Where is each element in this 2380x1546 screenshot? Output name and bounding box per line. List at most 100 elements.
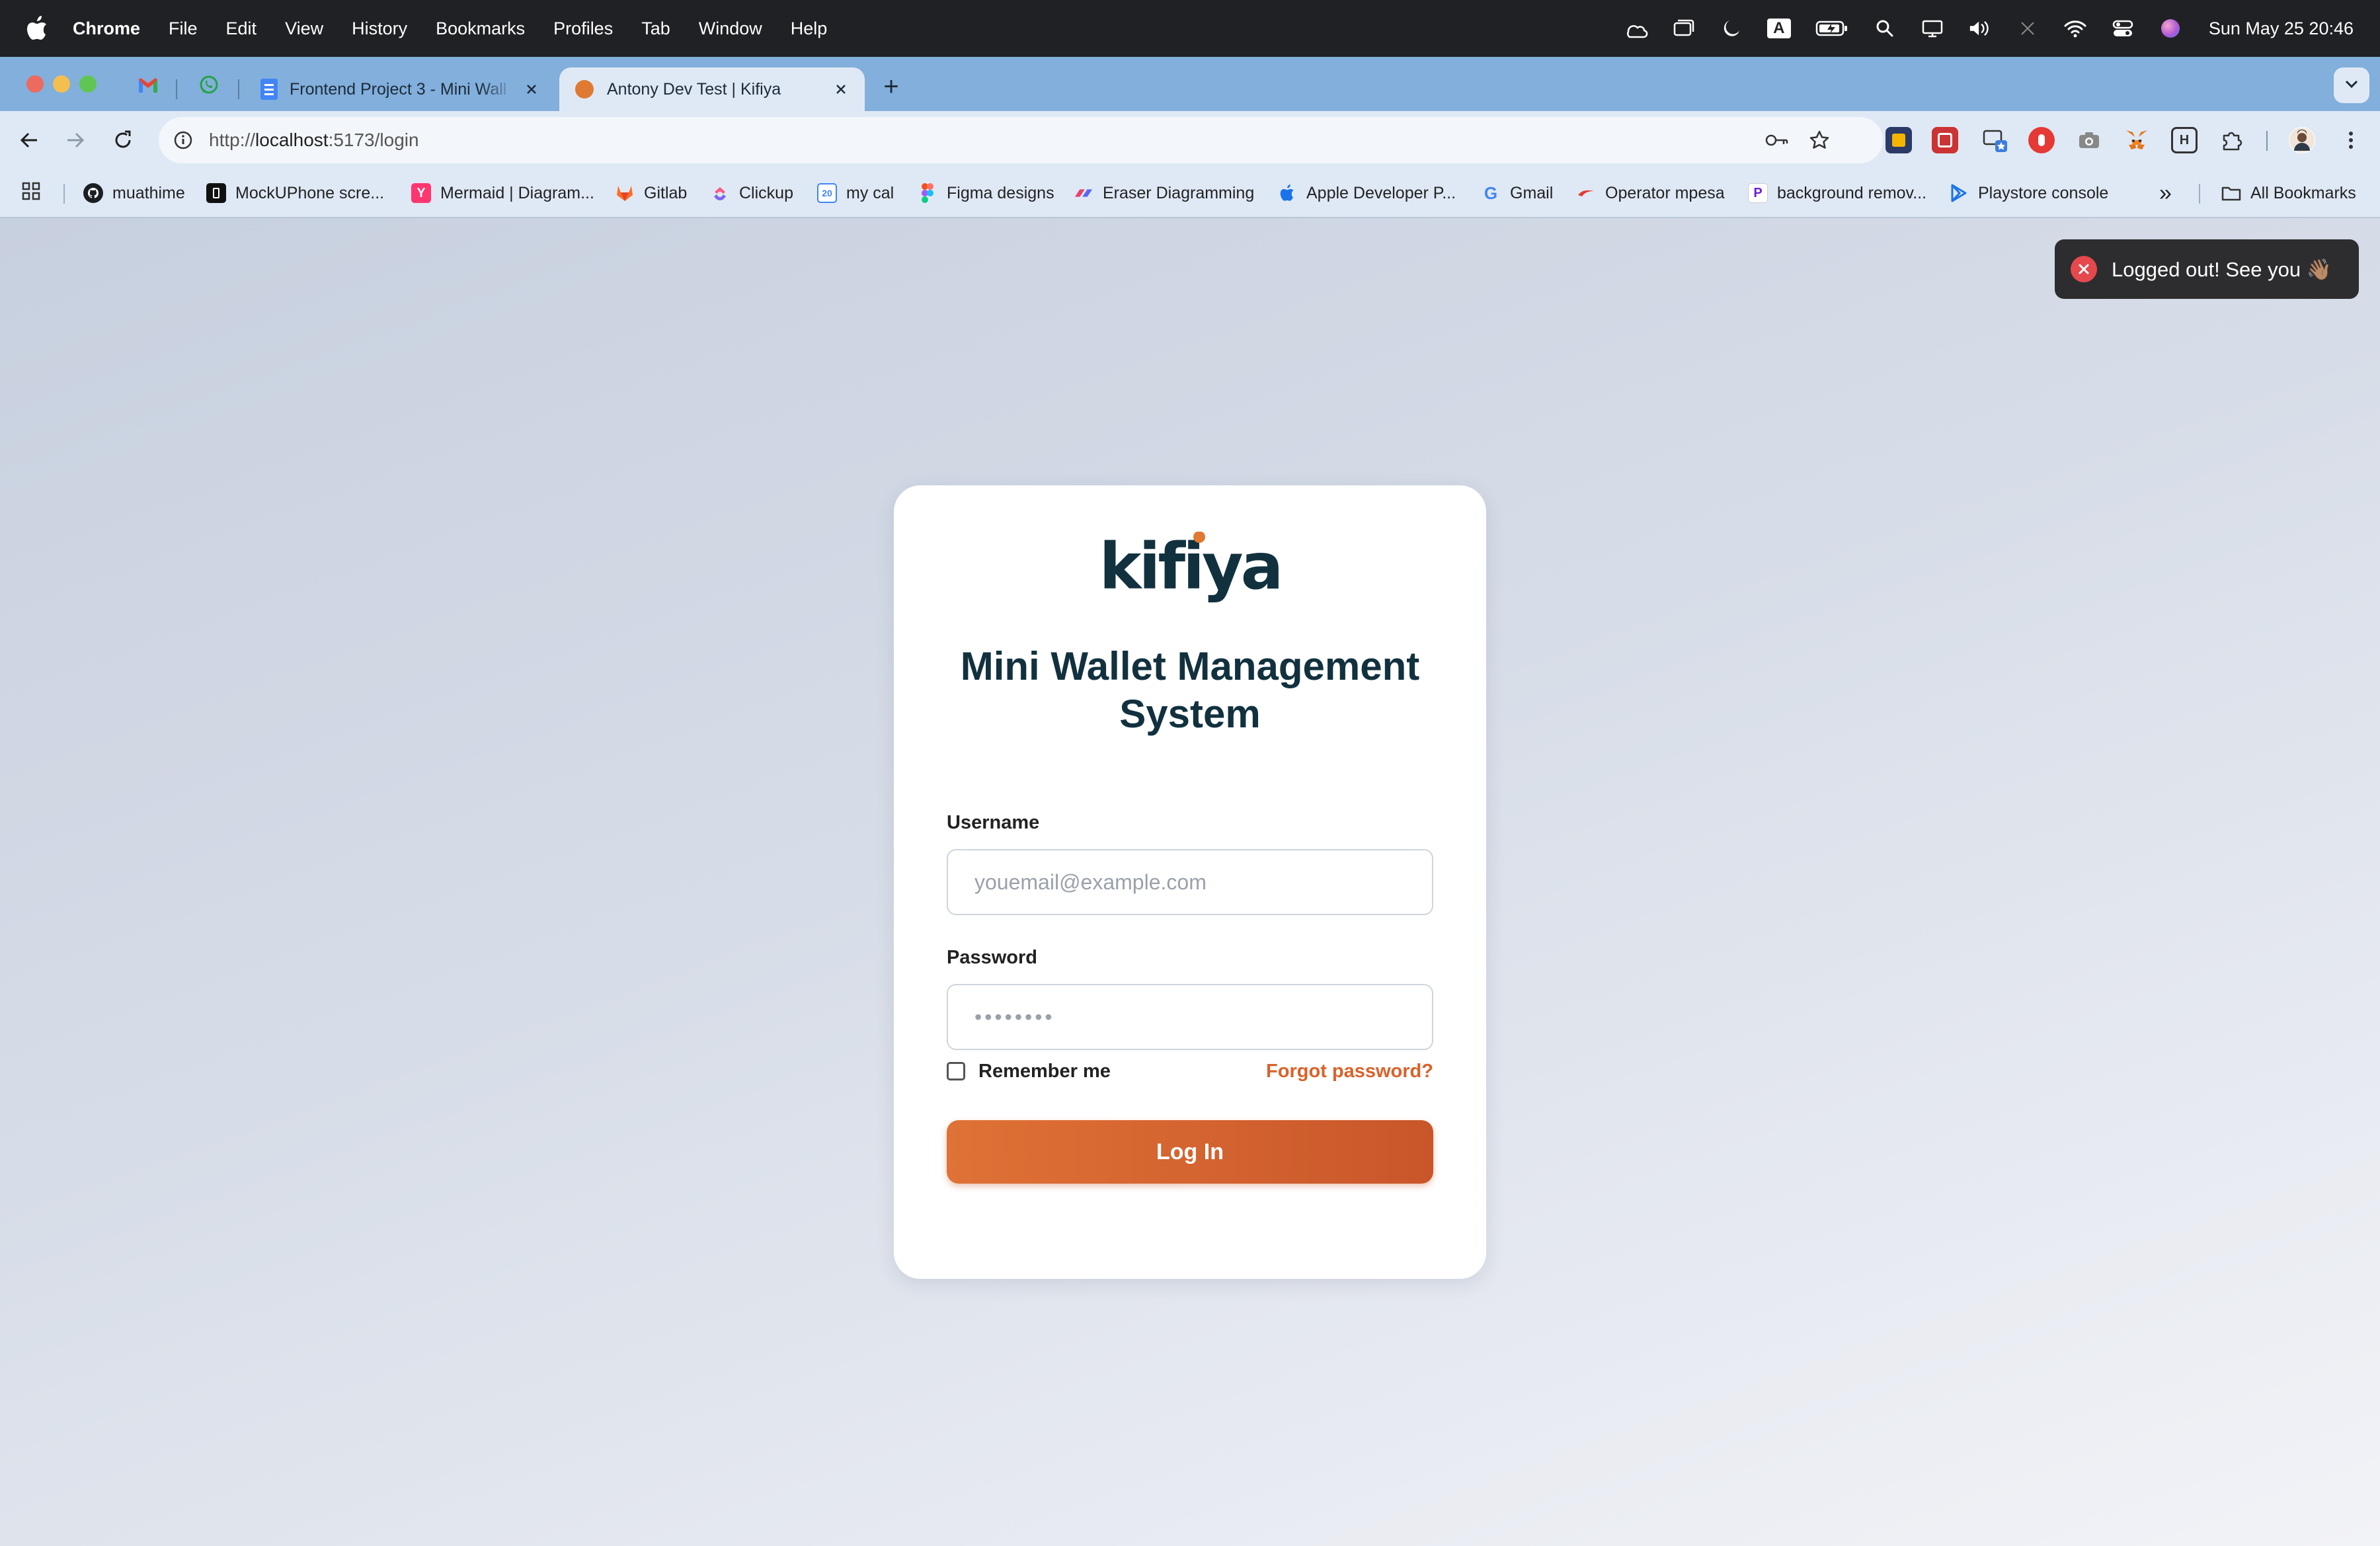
url-scheme: http://	[209, 130, 256, 150]
close-tab-icon[interactable]	[524, 81, 539, 97]
menu-edit[interactable]: Edit	[226, 19, 257, 39]
tab-frontend-project[interactable]: Frontend Project 3 - Mini Wall	[245, 67, 555, 111]
menu-help[interactable]: Help	[791, 19, 828, 39]
input-source-icon[interactable]: A	[1766, 17, 1791, 40]
apple-menu-icon[interactable]	[26, 15, 49, 42]
google-icon: G	[1484, 183, 1498, 203]
mermaid-icon: Y	[411, 183, 431, 203]
wifi-icon[interactable]	[2063, 17, 2087, 40]
moon-icon[interactable]	[1720, 17, 1743, 40]
address-bar[interactable]: http://localhost:5173/login	[159, 117, 1883, 163]
site-info-icon[interactable]	[172, 129, 194, 151]
extension-7-icon[interactable]: H	[2171, 127, 2198, 153]
screen-mirror-icon[interactable]	[1672, 17, 1696, 40]
remember-me-label[interactable]: Remember me	[978, 1061, 1111, 1082]
reload-button[interactable]	[108, 126, 138, 155]
password-label: Password	[947, 947, 1037, 968]
pinned-tab-whatsapp[interactable]	[193, 67, 225, 106]
figma-icon	[918, 183, 937, 203]
bookmark-label: MockUPhone scre...	[235, 183, 385, 202]
error-close-icon	[2071, 256, 2097, 282]
password-input[interactable]	[947, 984, 1433, 1050]
extension-4-icon[interactable]	[2028, 127, 2055, 153]
bookmark-operator-mpesa[interactable]: Operator mpesa	[1576, 180, 1725, 206]
camera-extension-icon[interactable]	[2076, 127, 2102, 153]
bookmark-playstore-console[interactable]: Playstore console	[1949, 180, 2108, 206]
bookmark-figma[interactable]: Figma designs	[918, 180, 1054, 206]
bookmark-apple-developer[interactable]: Apple Developer P...	[1277, 180, 1456, 206]
bookmark-clickup[interactable]: Clickup	[710, 180, 793, 206]
bookmarks-bar: muathime MockUPhone scre... Y Mermaid | …	[0, 169, 2380, 218]
bookmark-label: Gitlab	[644, 183, 688, 202]
volume-icon[interactable]	[1968, 17, 1992, 40]
menubar-clock[interactable]: Sun May 25 20:46	[2209, 19, 2354, 39]
apple-icon	[1277, 183, 1297, 203]
puzzle-icon[interactable]	[2219, 127, 2245, 153]
calendar-icon: 20	[817, 183, 837, 203]
metamask-icon[interactable]	[2123, 127, 2150, 153]
logout-toast[interactable]: Logged out! See you 👋🏽	[2055, 239, 2359, 299]
kifiya-favicon-icon	[575, 80, 594, 99]
new-tab-button[interactable]: +	[877, 67, 906, 106]
tab-search-button[interactable]	[2334, 67, 2369, 103]
display-icon[interactable]	[1921, 17, 1944, 40]
back-button[interactable]	[15, 126, 44, 155]
forward-button[interactable]	[61, 126, 90, 155]
forgot-password-link[interactable]: Forgot password?	[1266, 1061, 1433, 1082]
bookmark-label: my cal	[846, 183, 894, 202]
extension-1-icon[interactable]	[1885, 127, 1912, 153]
menu-profiles[interactable]: Profiles	[553, 19, 613, 39]
window-minimize-button[interactable]	[53, 75, 70, 93]
tab-antony-dev-test[interactable]: Antony Dev Test | Kifiya	[559, 67, 865, 111]
close-tab-icon[interactable]	[833, 81, 849, 97]
menu-bookmarks[interactable]: Bookmarks	[436, 19, 525, 39]
bookmark-label: Figma designs	[947, 183, 1054, 202]
bookmark-muathime[interactable]: muathime	[83, 180, 185, 206]
bookmarks-overflow-button[interactable]: »	[2159, 180, 2172, 206]
mockuphone-icon	[206, 183, 226, 203]
login-button[interactable]: Log In	[947, 1120, 1433, 1184]
menu-file[interactable]: File	[169, 19, 198, 39]
bookmark-label: Mermaid | Diagram...	[440, 183, 594, 202]
window-close-button[interactable]	[26, 75, 44, 93]
url-text[interactable]: http://localhost:5173/login	[209, 130, 419, 151]
bookmark-gitlab[interactable]: Gitlab	[615, 180, 687, 206]
bookmark-label: Operator mpesa	[1605, 183, 1725, 202]
password-key-icon[interactable]	[1765, 128, 1789, 152]
menu-view[interactable]: View	[285, 19, 323, 39]
extension-2-icon[interactable]	[1932, 127, 1958, 153]
menu-tab[interactable]: Tab	[641, 19, 670, 39]
bookmark-mockuphone[interactable]: MockUPhone scre...	[206, 180, 384, 206]
profile-avatar-icon[interactable]	[2289, 127, 2315, 153]
username-input[interactable]	[947, 849, 1433, 915]
menu-app-chrome[interactable]: Chrome	[73, 19, 140, 39]
bluetooth-icon[interactable]	[2016, 17, 2040, 40]
menu-window[interactable]: Window	[699, 19, 762, 39]
playstore-icon	[1949, 183, 1969, 203]
all-bookmarks-button[interactable]: All Bookmarks	[2221, 180, 2356, 206]
bookmark-eraser[interactable]: Eraser Diagramming	[1074, 180, 1254, 206]
toast-message: Logged out! See you 👋🏽	[2112, 257, 2332, 281]
tab-title: Frontend Project 3 - Mini Wall	[290, 79, 507, 99]
bookmark-mermaid[interactable]: Y Mermaid | Diagram...	[411, 180, 594, 206]
url-host: localhost	[255, 130, 329, 150]
remember-me-checkbox[interactable]	[947, 1062, 965, 1080]
bookmark-my-cal[interactable]: 20 my cal	[817, 180, 894, 206]
apps-grid-button[interactable]	[21, 180, 41, 206]
window-zoom-button[interactable]	[79, 75, 97, 93]
accessibility-icon[interactable]	[1624, 17, 1648, 40]
spotlight-search-icon[interactable]	[1873, 17, 1897, 40]
bookmark-gmail[interactable]: G Gmail	[1481, 180, 1553, 206]
browser-toolbar: http://localhost:5173/login H	[0, 111, 2380, 169]
battery-icon[interactable]	[1815, 17, 1849, 40]
bookmark-star-icon[interactable]	[1807, 128, 1831, 152]
eraser-icon	[1074, 183, 1093, 203]
extension-3-icon[interactable]	[1982, 127, 2008, 153]
kebab-menu-icon[interactable]	[2338, 127, 2364, 153]
bookmark-background-remover[interactable]: P background remov...	[1748, 180, 1926, 206]
whatsapp-icon	[198, 75, 219, 99]
control-center-icon[interactable]	[2111, 17, 2135, 40]
pinned-tab-gmail[interactable]	[132, 67, 164, 106]
menu-history[interactable]: History	[352, 19, 407, 39]
siri-icon[interactable]	[2159, 17, 2182, 40]
